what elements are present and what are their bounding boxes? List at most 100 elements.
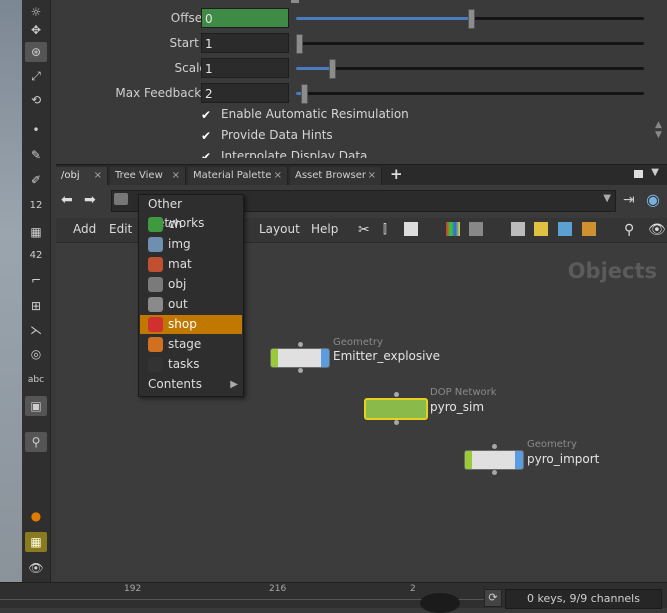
- param-value-field[interactable]: 1: [201, 33, 289, 53]
- list-icon[interactable]: [404, 222, 418, 236]
- color-grid-icon[interactable]: [446, 222, 460, 236]
- menu-item-tasks[interactable]: tasks: [140, 355, 242, 374]
- image-tool-icon[interactable]: ▣: [25, 396, 47, 416]
- param-slider-handle[interactable]: [328, 59, 336, 79]
- menu-item-stage[interactable]: stage: [140, 335, 242, 354]
- checkmark-icon[interactable]: ✔: [201, 151, 213, 158]
- node-input-dot[interactable]: [394, 392, 399, 397]
- tab-asset-browser[interactable]: Asset Browser ×: [290, 167, 382, 185]
- node-name-label[interactable]: pyro_sim: [430, 400, 484, 414]
- background-image-icon[interactable]: [558, 222, 572, 236]
- param-slider-handle[interactable]: [468, 9, 475, 29]
- close-icon[interactable]: ×: [368, 167, 376, 185]
- timeline-handle[interactable]: [420, 593, 460, 613]
- curve-tool-icon[interactable]: ⌐: [25, 270, 47, 290]
- sides-twelve-icon[interactable]: 12: [25, 196, 47, 216]
- close-icon[interactable]: ×: [94, 167, 102, 185]
- forward-arrow-icon[interactable]: ➡: [84, 192, 96, 208]
- interpolate-display-check[interactable]: ✔ Interpolate Display Data: [201, 149, 501, 158]
- tree-icon[interactable]: ⫿: [383, 222, 397, 236]
- param-slider[interactable]: [296, 59, 644, 79]
- back-arrow-icon[interactable]: ⬅: [61, 192, 73, 208]
- node-pyro-import[interactable]: Geometry pyro_import: [464, 432, 644, 478]
- timeline-bar[interactable]: 192 216 2 ⟳ 0 keys, 9/9 channels: [0, 582, 667, 613]
- tab-material-palette[interactable]: Material Palette ×: [188, 167, 288, 185]
- param-slider[interactable]: [296, 9, 644, 29]
- box-tool-icon[interactable]: ▦: [25, 222, 47, 242]
- menu-item-ch[interactable]: ch: [140, 215, 242, 234]
- menu-layout[interactable]: Layout: [259, 222, 300, 236]
- path-chevron-icon[interactable]: ▼: [603, 193, 611, 204]
- wrench-icon[interactable]: ✂: [358, 222, 372, 238]
- param-value-field[interactable]: 0: [201, 8, 289, 28]
- menu-help[interactable]: Help: [311, 222, 338, 236]
- pen-icon[interactable]: ✐: [25, 170, 47, 190]
- node-name-label[interactable]: Emitter_explosive: [333, 349, 440, 363]
- eye-icon[interactable]: 👁: [25, 558, 47, 578]
- chevron-down-icon[interactable]: ▼: [651, 167, 659, 178]
- grid-tool-icon[interactable]: ⊞: [25, 296, 47, 316]
- node-output-dot[interactable]: [492, 470, 497, 475]
- pane-layout-icon[interactable]: [634, 170, 643, 178]
- brush-icon[interactable]: ✎: [25, 145, 47, 165]
- node-pyro-sim[interactable]: DOP Network pyro_sim: [364, 378, 524, 425]
- menu-item-shop[interactable]: shop: [140, 315, 242, 334]
- node-output-dot[interactable]: [394, 420, 399, 425]
- close-icon[interactable]: ×: [172, 167, 180, 185]
- handle-icon[interactable]: ✥: [25, 20, 47, 40]
- pin-tool-icon[interactable]: ⚲: [25, 432, 47, 452]
- param-value-field[interactable]: 1: [201, 58, 289, 78]
- pin-icon[interactable]: ⇥: [623, 192, 635, 208]
- add-tab-button[interactable]: +: [390, 165, 403, 183]
- param-slider[interactable]: [296, 34, 644, 54]
- tab-obj[interactable]: /obj ×: [56, 167, 108, 185]
- menu-add[interactable]: Add: [73, 222, 96, 236]
- select-tool-icon[interactable]: ⤢: [25, 66, 47, 86]
- param-slider-handle[interactable]: [300, 84, 308, 104]
- display-eye-icon[interactable]: 👁: [648, 222, 666, 238]
- dop-network-icon[interactable]: [364, 398, 428, 420]
- menu-item-out[interactable]: out: [140, 295, 242, 314]
- checkmark-icon[interactable]: ✔: [201, 109, 213, 121]
- light-icon[interactable]: ☼: [25, 2, 47, 22]
- transform-tool-icon[interactable]: ⟲: [25, 90, 47, 110]
- geometry-node-icon[interactable]: [464, 450, 524, 470]
- menu-item-obj[interactable]: obj: [140, 275, 242, 294]
- param-scroll-arrows[interactable]: ▲ ▼: [655, 120, 663, 156]
- view-tool-icon[interactable]: ⊛: [25, 42, 47, 62]
- menu-item-label: obj: [168, 277, 187, 291]
- link-icon[interactable]: ◉: [646, 190, 660, 209]
- text-tool-label[interactable]: abc: [25, 370, 47, 390]
- param-value-field[interactable]: 2: [201, 83, 289, 103]
- param-slider[interactable]: [296, 84, 644, 104]
- search-icon[interactable]: ⚲: [624, 222, 638, 238]
- tab-tree-view[interactable]: Tree View ×: [110, 167, 186, 185]
- param-slider-handle[interactable]: [296, 34, 303, 54]
- menu-edit[interactable]: Edit: [109, 222, 132, 236]
- sides-fortytwo-icon[interactable]: 42: [25, 246, 47, 266]
- provide-data-hints-check[interactable]: ✔ Provide Data Hints: [201, 128, 501, 146]
- node-output-dot[interactable]: [298, 368, 303, 373]
- node-input-dot[interactable]: [298, 342, 303, 347]
- network-box-icon[interactable]: [582, 222, 596, 236]
- node-name-label[interactable]: pyro_import: [527, 452, 599, 466]
- shape-grid-icon[interactable]: [469, 222, 483, 236]
- layout-grid-icon[interactable]: ▦: [25, 532, 47, 552]
- joint-tool-icon[interactable]: ⋋: [25, 320, 47, 340]
- geometry-node-icon[interactable]: [270, 348, 330, 368]
- menu-item-mat[interactable]: mat: [140, 255, 242, 274]
- null-tool-icon[interactable]: ◎: [25, 344, 47, 364]
- node-emitter-explosive[interactable]: Geometry Emitter_explosive: [270, 329, 470, 373]
- quick-mark-icon[interactable]: [511, 222, 525, 236]
- checkmark-icon[interactable]: ✔: [201, 130, 213, 142]
- enable-auto-resim-check[interactable]: ✔ Enable Automatic Resimulation: [201, 107, 501, 125]
- point-icon[interactable]: •: [25, 120, 47, 140]
- folder-icon[interactable]: [114, 193, 128, 205]
- close-icon[interactable]: ×: [274, 167, 282, 185]
- warning-icon[interactable]: ●: [25, 506, 47, 526]
- node-input-dot[interactable]: [492, 444, 497, 449]
- sticky-note-icon[interactable]: [534, 222, 548, 236]
- refresh-icon[interactable]: ⟳: [484, 589, 502, 607]
- menu-contents-submenu[interactable]: Contents ▶: [140, 375, 242, 394]
- menu-item-img[interactable]: img: [140, 235, 242, 254]
